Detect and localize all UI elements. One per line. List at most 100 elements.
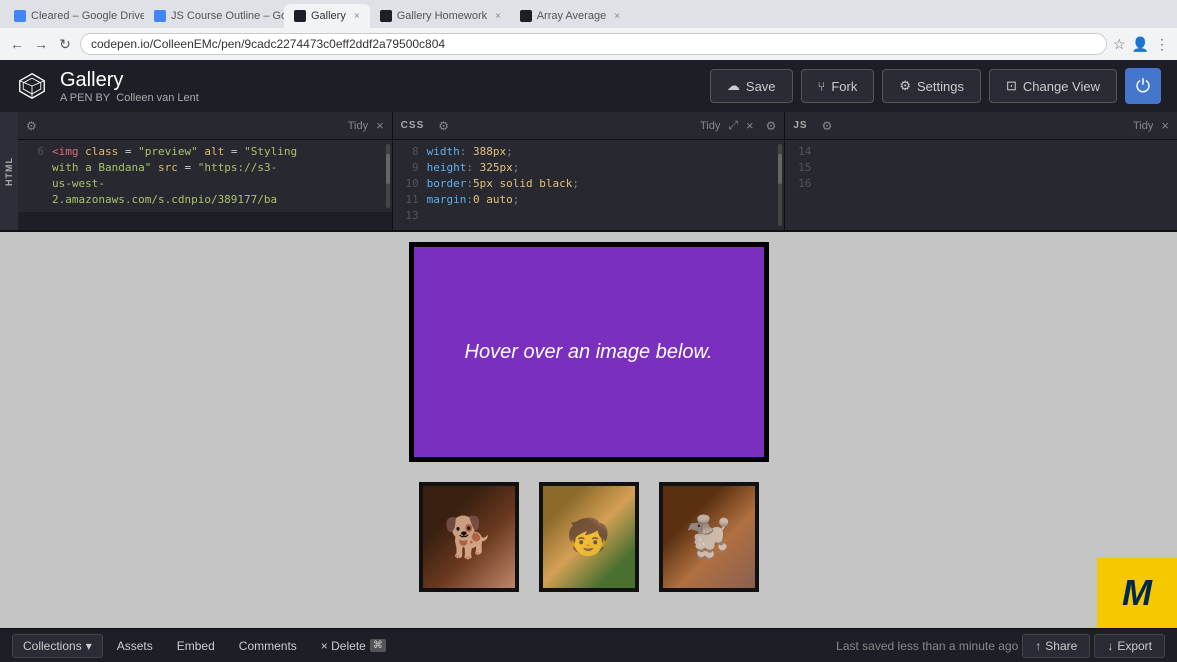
pen-author: A PEN BY Colleen van Lent <box>60 92 698 104</box>
gallery-thumb-3[interactable]: 🐩 <box>659 482 759 592</box>
editors-row: HTML ⚙ Tidy × 6 <img class = "preview" a… <box>0 112 1177 232</box>
js-tab-bar: JS ⚙ Tidy × <box>785 112 1177 140</box>
tab-array-close[interactable]: × <box>614 11 620 22</box>
css-expand-button[interactable]: ⤢ <box>728 118 738 133</box>
export-button[interactable]: ↓ Export <box>1094 634 1165 658</box>
html-tab-bar: ⚙ Tidy × <box>18 112 392 140</box>
share-icon: ↑ <box>1035 639 1041 653</box>
person-icon[interactable]: 👤 <box>1132 36 1149 53</box>
preview-container: Hover over an image below. 🐕 🧒 🐩 M <box>0 232 1177 628</box>
tab-homework-close[interactable]: × <box>495 11 501 22</box>
gallery-content: Hover over an image below. 🐕 🧒 🐩 <box>0 232 1177 628</box>
js-gear-icon[interactable]: ⚙ <box>822 119 833 133</box>
back-button[interactable]: ← <box>8 35 26 53</box>
forward-button[interactable]: → <box>32 35 50 53</box>
css-editor-panel: CSS ⚙ Tidy ⤢ × ⚙ 8 width: 388px; 9 heigh… <box>393 112 786 230</box>
nav-icons: ☆ 👤 ⋮ <box>1113 36 1169 53</box>
css-scrollbar[interactable] <box>778 144 782 226</box>
css-line-9: 9 height: 325px; <box>401 160 777 176</box>
codepen-header: Gallery A PEN BY Colleen van Lent ☁ Save… <box>0 60 1177 112</box>
save-button[interactable]: ☁ Save <box>710 69 793 103</box>
tab-js[interactable]: JS Course Outline – Goo… × <box>144 4 284 28</box>
css-tab-bar: CSS ⚙ Tidy ⤢ × ⚙ <box>393 112 785 140</box>
css-line-11: 11 margin:0 auto; <box>401 192 777 208</box>
author-name: Colleen van Lent <box>116 92 199 104</box>
css-editor-content[interactable]: 8 width: 388px; 9 height: 325px; 10 bord… <box>393 140 785 230</box>
power-button[interactable]: ⏻ <box>1125 68 1161 104</box>
fork-button[interactable]: ⑂ Fork <box>801 69 875 103</box>
code-line-cont1: with a Bandana" src = "https://s3- <box>26 160 384 176</box>
bottom-bar: Collections ▾ Assets Embed Comments × De… <box>0 628 1177 662</box>
css-gear-icon[interactable]: ⚙ <box>438 119 449 133</box>
tab-gallery-label: Gallery <box>311 10 346 22</box>
css-tidy-button[interactable]: Tidy <box>700 120 720 132</box>
html-vertical-label: HTML <box>4 157 14 186</box>
export-icon: ↓ <box>1107 639 1113 653</box>
settings-label: Settings <box>917 79 964 94</box>
js-tidy-button[interactable]: Tidy <box>1133 120 1153 132</box>
css-line-10: 10 border:5px solid black; <box>401 176 777 192</box>
michigan-logo: M <box>1097 558 1177 628</box>
pen-title: Gallery <box>60 69 698 92</box>
html-close-button[interactable]: × <box>376 118 384 133</box>
favicon-js <box>154 10 166 22</box>
cloud-icon: ☁ <box>727 78 740 94</box>
collections-button[interactable]: Collections ▾ <box>12 634 103 658</box>
tab-gallery[interactable]: Gallery × <box>284 4 370 28</box>
dog-image-3: 🐩 <box>684 514 734 561</box>
reload-button[interactable]: ↻ <box>56 35 74 53</box>
gallery-thumb-1[interactable]: 🐕 <box>419 482 519 592</box>
css-settings-icon[interactable]: ⚙ <box>766 119 777 133</box>
save-label: Save <box>746 79 776 94</box>
html-tidy-button[interactable]: Tidy <box>348 120 368 132</box>
favicon-gallery <box>294 10 306 22</box>
tab-cleared[interactable]: Cleared – Google Drive × <box>4 4 144 28</box>
tab-array[interactable]: Array Average × <box>510 4 630 28</box>
gallery-main-text: Hover over an image below. <box>465 341 713 364</box>
view-icon: ⊡ <box>1006 78 1017 94</box>
header-buttons: ☁ Save ⑂ Fork ⚙ Settings ⊡ Change View ⏻ <box>710 68 1161 104</box>
js-label: JS <box>793 120 807 131</box>
pen-label: A PEN BY <box>60 92 110 104</box>
js-line-14: 14 <box>793 144 1169 160</box>
tab-gallery-close[interactable]: × <box>354 11 360 22</box>
delete-label: × Delete <box>321 639 366 653</box>
browser-nav: ← → ↻ codepen.io/ColleenEMc/pen/9cadc227… <box>0 28 1177 60</box>
browser-tabs: Cleared – Google Drive × JS Course Outli… <box>0 0 1177 28</box>
js-editor-content[interactable]: 14 15 16 <box>785 140 1177 230</box>
html-editor-content[interactable]: 6 <img class = "preview" alt = "Styling … <box>18 140 392 212</box>
assets-button[interactable]: Assets <box>107 635 163 657</box>
share-button[interactable]: ↑ Share <box>1022 634 1090 658</box>
tab-array-label: Array Average <box>537 10 607 22</box>
html-scrollbar[interactable] <box>386 144 390 208</box>
tab-homework-label: Gallery Homework <box>397 10 487 22</box>
tab-homework[interactable]: Gallery Homework × <box>370 4 510 28</box>
menu-icon[interactable]: ⋮ <box>1155 36 1169 53</box>
browser-chrome: Cleared – Google Drive × JS Course Outli… <box>0 0 1177 60</box>
favicon-cleared <box>14 10 26 22</box>
gallery-thumbs: 🐕 🧒 🐩 <box>0 482 1177 592</box>
code-line-cont3: 2.amazonaws.com/s.cdnpio/389177/ba <box>26 192 384 208</box>
delete-button[interactable]: × Delete ⌘ <box>311 635 396 657</box>
address-text: codepen.io/ColleenEMc/pen/9cadc2274473c0… <box>91 37 445 51</box>
change-view-label: Change View <box>1023 79 1100 94</box>
css-line-8: 8 width: 388px; <box>401 144 777 160</box>
export-label: Export <box>1117 639 1152 653</box>
embed-button[interactable]: Embed <box>167 635 225 657</box>
star-icon[interactable]: ☆ <box>1113 36 1126 53</box>
js-close-button[interactable]: × <box>1161 118 1169 133</box>
tab-cleared-label: Cleared – Google Drive <box>31 10 144 22</box>
code-line-cont2: us-west- <box>26 176 384 192</box>
comments-button[interactable]: Comments <box>229 635 307 657</box>
code-line-6: 6 <img class = "preview" alt = "Styling <box>26 144 384 160</box>
codepen-logo[interactable] <box>16 70 48 102</box>
change-view-button[interactable]: ⊡ Change View <box>989 69 1117 103</box>
address-bar[interactable]: codepen.io/ColleenEMc/pen/9cadc2274473c0… <box>80 33 1107 55</box>
fork-label: Fork <box>831 79 857 94</box>
css-close-button[interactable]: × <box>746 118 754 133</box>
gallery-thumb-2[interactable]: 🧒 <box>539 482 639 592</box>
js-line-16: 16 <box>793 176 1169 192</box>
settings-button[interactable]: ⚙ Settings <box>882 69 981 103</box>
css-line-13: 13 <box>401 208 777 224</box>
html-gear-icon[interactable]: ⚙ <box>26 119 37 133</box>
